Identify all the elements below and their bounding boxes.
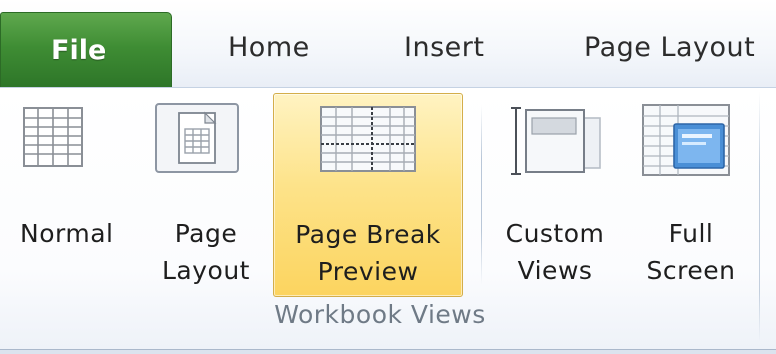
tab-page-layout[interactable]: Page Layout bbox=[584, 32, 755, 63]
tab-file[interactable]: File bbox=[0, 12, 172, 88]
tab-home[interactable]: Home bbox=[228, 32, 310, 63]
group-separator bbox=[481, 105, 482, 285]
ribbon-bottom-border bbox=[0, 349, 776, 354]
custom-views-icon bbox=[511, 107, 601, 175]
tab-insert[interactable]: Insert bbox=[404, 32, 484, 63]
page-layout-label-line2: Layout bbox=[162, 256, 250, 285]
page-break-preview-label-line2: Preview bbox=[317, 257, 419, 286]
full-screen-icon bbox=[642, 104, 730, 176]
ribbon-tab-strip: File Home Insert Page Layout bbox=[0, 0, 776, 88]
page-layout-view-icon bbox=[155, 103, 239, 173]
custom-views-label-line2: Views bbox=[517, 256, 593, 285]
custom-views-label-line1: Custom bbox=[505, 219, 605, 248]
page-break-preview-label-line1: Page Break bbox=[295, 220, 441, 249]
normal-view-icon bbox=[23, 107, 83, 167]
group-label-workbook-views: Workbook Views bbox=[274, 300, 486, 329]
page-layout-label-line1: Page bbox=[174, 219, 238, 248]
page-layout-view-button[interactable]: Page Layout bbox=[150, 100, 262, 300]
full-screen-label-line1: Full bbox=[668, 219, 714, 248]
page-break-preview-button[interactable]: Page Break Preview bbox=[273, 93, 463, 297]
full-screen-label-line2: Screen bbox=[646, 256, 736, 285]
normal-view-button[interactable]: Normal bbox=[8, 100, 136, 300]
normal-label: Normal bbox=[20, 219, 114, 248]
full-screen-button[interactable]: Full Screen bbox=[632, 100, 750, 300]
page-break-preview-icon bbox=[320, 106, 416, 172]
custom-views-button[interactable]: Custom Views bbox=[490, 100, 620, 300]
